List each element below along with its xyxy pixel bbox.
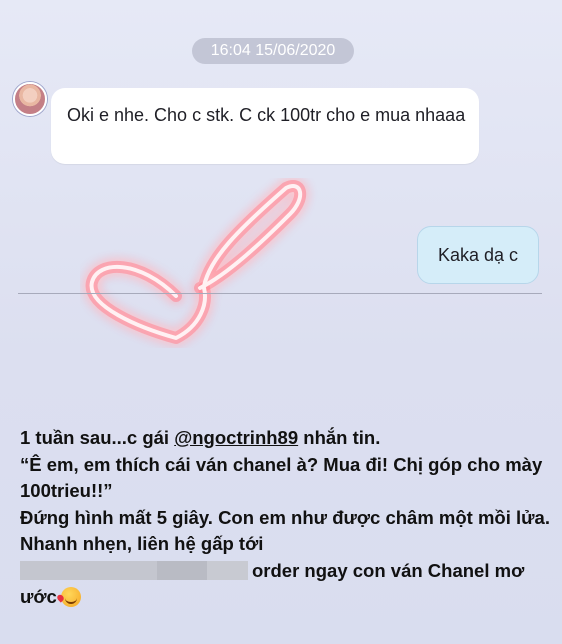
contact-avatar[interactable]	[13, 82, 47, 116]
outgoing-message-text: Kaka dạ c	[437, 245, 519, 265]
chat-divider	[18, 293, 542, 294]
caption-line-4: order ngay con ván Chanel mơ ước	[20, 558, 550, 611]
timestamp-pill: 16:04 15/06/2020	[192, 38, 354, 64]
mention-link[interactable]: @ngoctrinh89	[174, 427, 298, 448]
caption-line-1-suffix: nhắn tin.	[298, 427, 381, 448]
incoming-message-bubble[interactable]: Oki e nhe. Cho c stk. C ck 100tr cho e m…	[51, 88, 479, 164]
caption-line-3: Đứng hình mất 5 giây. Con em như được ch…	[20, 506, 550, 555]
caption-line-1-prefix: 1 tuần sau...c gái	[20, 427, 175, 448]
timestamp-text: 16:04 15/06/2020	[210, 42, 336, 59]
neon-heart-sticker	[85, 180, 306, 344]
smiling-face-with-hearts-icon	[60, 587, 81, 607]
outgoing-message-bubble[interactable]: Kaka dạ c	[417, 226, 539, 284]
incoming-message-text: Oki e nhe. Cho c stk. C ck 100tr cho e m…	[67, 105, 466, 125]
post-caption: 1 tuần sau...c gái @ngoctrinh89 nhắn tin…	[20, 425, 550, 611]
caption-quote: “Ê em, em thích cái ván chanel à? Mua đi…	[20, 453, 543, 502]
redacted-contact-block	[20, 560, 248, 580]
caption-line-1: 1 tuần sau...c gái @ngoctrinh89 nhắn tin…	[20, 425, 550, 452]
